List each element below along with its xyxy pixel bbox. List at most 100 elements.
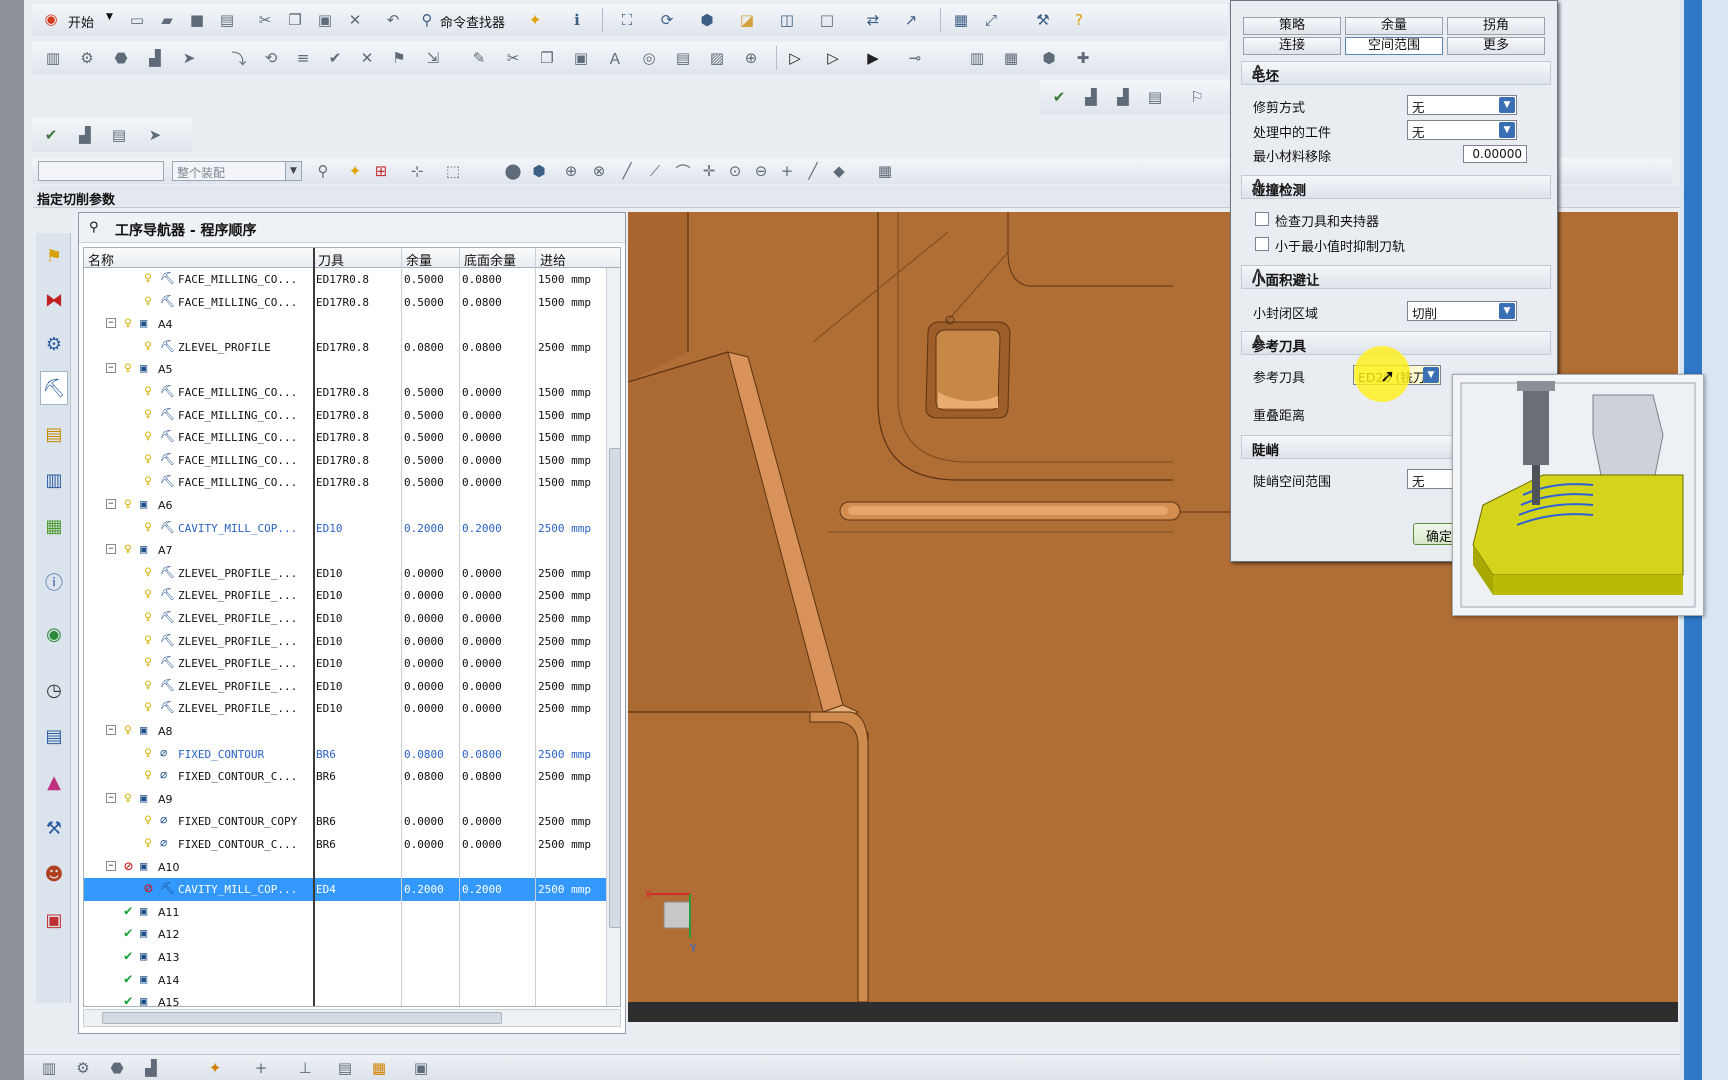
snap-icon[interactable]: ⊸	[904, 47, 926, 69]
create-tool-icon[interactable]: ⚙	[76, 47, 98, 69]
save-icon[interactable]: ■	[186, 9, 208, 31]
snap-point-icon[interactable]: ⊞	[370, 160, 392, 182]
operation-row[interactable]: ♀ ⛏ FACE_MILLING_CO... ED17R0.8 0.5000 0.0000…	[84, 449, 620, 472]
cut-icon[interactable]: ✂	[254, 9, 276, 31]
bottom-tool-icon-9[interactable]: ▦	[368, 1057, 390, 1079]
intersection-icon[interactable]: ✛	[698, 160, 720, 182]
bottom-tool-icon-7[interactable]: ⊥	[294, 1057, 316, 1079]
collapse-toggle[interactable]: −	[106, 544, 116, 555]
column-header-stock[interactable]: 余量	[406, 250, 432, 269]
wizard-icon[interactable]: ✦	[524, 9, 546, 31]
feature-icon-1[interactable]: ▥	[966, 47, 988, 69]
list-icon-2[interactable]: ▤	[108, 124, 130, 146]
group-icon[interactable]: ▟	[1080, 86, 1102, 108]
cube-icon[interactable]: ⬢	[528, 160, 550, 182]
undo-icon[interactable]: ↶	[382, 9, 404, 31]
assign-feed-icon[interactable]: ⊕	[740, 47, 762, 69]
operation-row[interactable]: ♀ ⌀ FIXED_CONTOUR_C... BR6 0.0800 0.0800 2500 …	[84, 765, 620, 788]
grid-icon[interactable]: ▦	[874, 160, 896, 182]
operation-row[interactable]: ♀ ⛏ FACE_MILLING_CO... ED17R0.8 0.5000 0.0000…	[84, 426, 620, 449]
delete-path-icon[interactable]: ✕	[356, 47, 378, 69]
steep-containment-select[interactable]: 无	[1407, 469, 1457, 489]
group-icon-2[interactable]: ▟	[1112, 86, 1134, 108]
bottom-tool-icon-5[interactable]: ✦	[204, 1057, 226, 1079]
collapse-icon[interactable]: ⋀	[1252, 267, 1544, 283]
on-curve-icon[interactable]: ╱	[802, 160, 824, 182]
tab-connections[interactable]: 连接	[1243, 37, 1341, 55]
program-group-row[interactable]: − ⊘ ▣ A10	[84, 856, 620, 879]
line-point-icon[interactable]: ╱	[616, 160, 638, 182]
end-point-icon[interactable]: ⊕	[560, 160, 582, 182]
collapse-toggle[interactable]: −	[106, 792, 116, 803]
quadrant-icon[interactable]: ⊖	[750, 160, 772, 182]
tab-more[interactable]: 更多	[1447, 37, 1545, 55]
operation-row[interactable]: ♀ ⌀ FIXED_CONTOUR_C... BR6 0.0000 0.0000 2500 …	[84, 833, 620, 856]
operation-row[interactable]: ♀ ⛏ ZLEVEL_PROFILE_... ED10 0.0000 0.0000 2500…	[84, 630, 620, 653]
verify-icon-2[interactable]: ✔	[40, 124, 62, 146]
section-collision-check[interactable]: 碰撞检测 ⋀	[1241, 175, 1551, 199]
feature-navigator-icon[interactable]: ▥	[40, 463, 68, 497]
help-icon[interactable]: ?	[1068, 9, 1090, 31]
replay-path-icon[interactable]: ⟲	[260, 47, 282, 69]
print-icon[interactable]: ▤	[216, 9, 238, 31]
rotate-icon[interactable]: ⟳	[656, 9, 678, 31]
paste-icon[interactable]: ▣	[314, 9, 336, 31]
view-orient-icon[interactable]: ◪	[736, 9, 758, 31]
collapse-toggle[interactable]: −	[106, 499, 116, 509]
select-icon[interactable]: ▷	[784, 47, 806, 69]
copy-icon[interactable]: ❐	[284, 9, 306, 31]
new-file-icon[interactable]: ▭	[126, 9, 148, 31]
min-material-removal-input[interactable]: 0.00000	[1463, 145, 1527, 163]
scroll-thumb[interactable]	[609, 448, 620, 928]
collapse-icon[interactable]: ⋀	[1252, 177, 1544, 193]
operation-row[interactable]: ♀ ⛏ ZLEVEL_PROFILE ED17R0.8 0.0800 0.0800 2500…	[84, 336, 620, 359]
tab-corners[interactable]: 拐角	[1447, 17, 1545, 35]
info-icon[interactable]: ℹ	[566, 9, 588, 31]
edit-object-icon[interactable]: ✎	[468, 47, 490, 69]
operation-row[interactable]: ♀ ⌀ FIXED_CONTOUR_COPY BR6 0.0000 0.0000 2500 …	[84, 810, 620, 833]
generate-path-icon[interactable]: ⤵	[228, 47, 250, 69]
bottom-tool-icon-6[interactable]: +	[250, 1057, 272, 1079]
program-group-row[interactable]: ✔ ▣ A15	[84, 991, 620, 1006]
center-icon[interactable]: ⊙	[724, 160, 746, 182]
check-holder-checkbox[interactable]	[1255, 212, 1269, 226]
reuse-library-icon[interactable]: ▦	[40, 509, 68, 543]
operation-row[interactable]: ♀ ⛏ ZLEVEL_PROFILE_... ED10 0.0000 0.0000 2500…	[84, 584, 620, 607]
horizontal-scrollbar[interactable]	[83, 1009, 621, 1027]
pick-icon[interactable]: ⊹	[406, 160, 428, 182]
operation-row[interactable]: ♀ ⛏ ZLEVEL_PROFILE_... ED10 0.0000 0.0000 2500…	[84, 607, 620, 630]
transform-icon[interactable]: ⇄	[862, 9, 884, 31]
column-header-name[interactable]: 名称	[88, 250, 114, 269]
background-icon[interactable]: □	[816, 9, 838, 31]
command-finder-button[interactable]: 命令查找器	[440, 12, 505, 31]
small-closed-area-select[interactable]: 切削 ▼	[1407, 301, 1517, 321]
constraint-navigator-icon[interactable]: ⧓	[40, 283, 68, 317]
bottom-tool-icon-4[interactable]: ▟	[140, 1057, 162, 1079]
column-header-feed[interactable]: 进给	[540, 250, 566, 269]
mid-point-icon[interactable]: ⊗	[588, 160, 610, 182]
system-materials-icon[interactable]: ▤	[40, 719, 68, 753]
type-filter-combo[interactable]	[38, 161, 164, 181]
curve-point-icon[interactable]: ⌒	[672, 160, 694, 182]
column-header-floor-stock[interactable]: 底面余量	[464, 250, 516, 269]
list-path-icon[interactable]: ≡	[292, 47, 314, 69]
shop-doc-icon[interactable]: ⇲	[422, 47, 444, 69]
verify-icon[interactable]: ✔	[1048, 86, 1070, 108]
bottom-tool-icon-2[interactable]: ⚙	[72, 1057, 94, 1079]
operation-row[interactable]: ⊘ ⛏ CAVITY_MILL_COP... ED4 0.2000 0.2000 2500 …	[84, 878, 620, 901]
operation-row[interactable]: ♀ ⛏ ZLEVEL_PROFILE_... ED10 0.0000 0.0000 2500…	[84, 675, 620, 698]
vertical-scrollbar[interactable]	[606, 268, 620, 1006]
ipw-select[interactable]: 无 ▼	[1407, 120, 1517, 140]
collapse-toggle[interactable]: −	[106, 318, 116, 329]
create-geometry-icon[interactable]: ⬣	[110, 47, 132, 69]
operation-row[interactable]: ♀ ⛏ ZLEVEL_PROFILE_... ED10 0.0000 0.0000 2500…	[84, 562, 620, 585]
bottom-tool-icon-8[interactable]: ▤	[334, 1057, 356, 1079]
operation-row[interactable]: ♀ ⛏ FACE_MILLING_CO... ED17R0.8 0.5000 0.0800…	[84, 291, 620, 314]
bottom-tool-icon-1[interactable]: ▥	[38, 1057, 60, 1079]
operation-row[interactable]: ♀ ⛏ FACE_MILLING_CO... ED17R0.8 0.5000 0.0000…	[84, 404, 620, 427]
collapse-toggle[interactable]: −	[106, 860, 116, 871]
trim-by-select[interactable]: 无 ▼	[1407, 95, 1517, 115]
start-menu-button[interactable]: 开始	[68, 12, 94, 31]
paste-object-icon[interactable]: ▣	[570, 47, 592, 69]
shade-icon[interactable]: ⬤	[502, 160, 524, 182]
